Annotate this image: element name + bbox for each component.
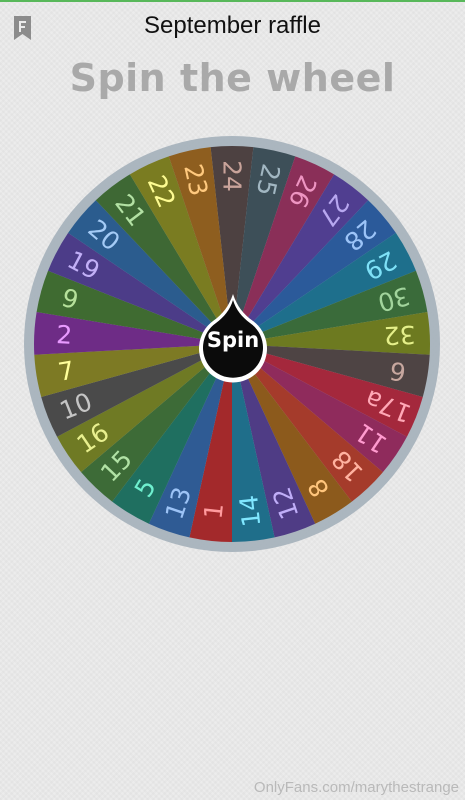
page-heading: Spin the wheel bbox=[69, 56, 396, 100]
wheel-label-14: 14 bbox=[234, 494, 266, 529]
watermark: OnlyFans.com/marythestrange bbox=[253, 779, 459, 796]
wheel-label-24: 24 bbox=[218, 160, 247, 192]
top-accent-line bbox=[0, 0, 465, 2]
wheel-label-1: 1 bbox=[199, 502, 230, 521]
wheel-label-2: 2 bbox=[56, 320, 73, 350]
app-title: September raffle bbox=[144, 12, 321, 39]
spin-button[interactable] bbox=[195, 292, 271, 384]
wheel-label-32: 32 bbox=[383, 320, 416, 351]
